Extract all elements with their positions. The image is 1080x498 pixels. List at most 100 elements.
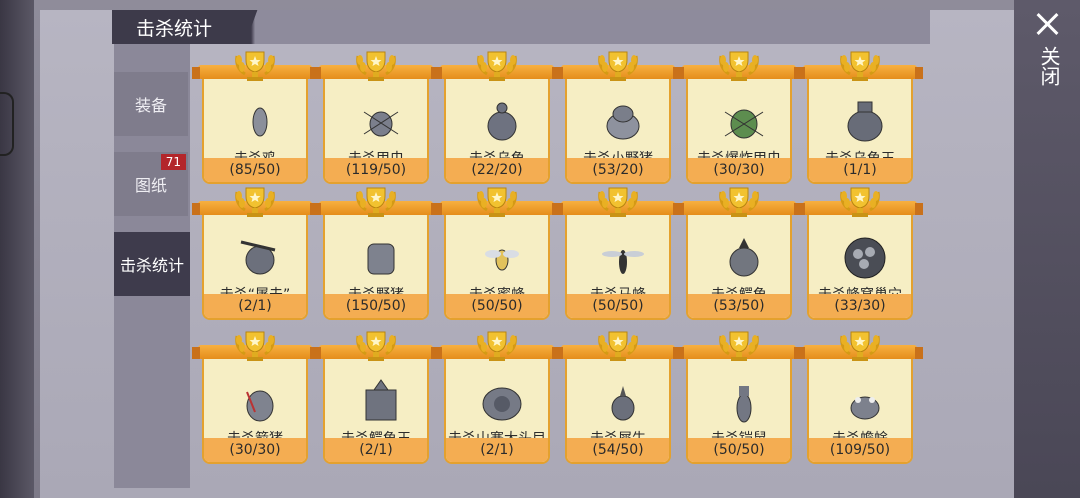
- turtle-king-icon: [842, 98, 888, 144]
- kill-count: (1/1): [809, 158, 911, 182]
- card-body: 击杀小野猪 (53/20): [565, 72, 671, 184]
- title-bar: [112, 10, 930, 44]
- kill-count: (119/50): [325, 158, 427, 182]
- bomb-beetle-icon: [721, 98, 767, 144]
- tab-label: 击杀统计: [119, 256, 184, 275]
- kill-card[interactable]: 击杀鳄龟 (53/50): [676, 186, 802, 322]
- card-body: 击杀鳄龟 (53/50): [686, 208, 792, 320]
- screen-edge-left: [0, 0, 34, 498]
- kill-count: (50/50): [688, 438, 790, 462]
- rhino-icon: [600, 378, 646, 424]
- tab-equipment[interactable]: 装备: [114, 72, 188, 136]
- bandit-chief-icon: [479, 378, 525, 424]
- trophy-icon: [717, 330, 761, 364]
- kill-count: (2/1): [325, 438, 427, 462]
- wasp-icon: [600, 234, 646, 280]
- close-button-label[interactable]: 关闭: [1034, 46, 1061, 86]
- kill-card[interactable]: 击杀蜜蜂 (50/50): [434, 186, 560, 322]
- title-bar-accent: [236, 10, 266, 44]
- toad-icon: [842, 378, 888, 424]
- snapping-turtle-king-icon: [358, 378, 404, 424]
- kill-count: (53/20): [567, 158, 669, 182]
- kill-card[interactable]: 击杀铠鼠 (50/50): [676, 330, 802, 466]
- tab-blueprints[interactable]: 图纸 71: [114, 152, 188, 216]
- trophy-icon: [475, 50, 519, 84]
- trophy-icon: [717, 50, 761, 84]
- kill-card[interactable]: 击杀小野猪 (53/20): [555, 50, 681, 186]
- kill-card[interactable]: 击杀犀牛 (54/50): [555, 330, 681, 466]
- card-body: 击杀乌龟 (22/20): [444, 72, 550, 184]
- tab-label: 装备: [134, 96, 167, 115]
- kill-count: (150/50): [325, 294, 427, 318]
- kill-card[interactable]: 击杀蟾蜍 (109/50): [797, 330, 923, 466]
- trophy-icon: [596, 186, 640, 220]
- kill-count: (109/50): [809, 438, 911, 462]
- trophy-icon: [354, 186, 398, 220]
- card-body: 击杀“屠夫” (2/1): [202, 208, 308, 320]
- piglet-icon: [600, 98, 646, 144]
- trophy-icon: [596, 330, 640, 364]
- kill-card[interactable]: 击杀野猪 (150/50): [313, 186, 439, 322]
- kill-card[interactable]: 击杀箭猪 (30/30): [192, 330, 318, 466]
- trophy-icon: [838, 330, 882, 364]
- trophy-icon: [233, 186, 277, 220]
- trophy-icon: [475, 330, 519, 364]
- card-body: 击杀蜜蜂 (50/50): [444, 208, 550, 320]
- trophy-icon: [233, 330, 277, 364]
- boar-icon: [358, 234, 404, 280]
- kill-count: (85/50): [204, 158, 306, 182]
- card-body: 击杀犀牛 (54/50): [565, 352, 671, 464]
- hive-icon: [842, 234, 888, 280]
- tab-label: 图纸: [134, 176, 167, 195]
- trophy-icon: [838, 50, 882, 84]
- kill-count: (54/50): [567, 438, 669, 462]
- turtle-icon: [479, 98, 525, 144]
- kill-count: (30/30): [204, 438, 306, 462]
- kill-card[interactable]: 击杀鳄龟王 (2/1): [313, 330, 439, 466]
- kill-count: (53/50): [688, 294, 790, 318]
- card-body: 击杀乌龟王 (1/1): [807, 72, 913, 184]
- trophy-icon: [354, 50, 398, 84]
- kill-card[interactable]: 击杀“屠夫” (2/1): [192, 186, 318, 322]
- beetle-icon: [358, 98, 404, 144]
- card-body: 击杀野猪 (150/50): [323, 208, 429, 320]
- tab-kill-stats[interactable]: 击杀统计: [114, 232, 190, 296]
- kill-card[interactable]: 击杀甲虫 (119/50): [313, 50, 439, 186]
- kill-card[interactable]: 击杀蜂窝巢穴 (33/30): [797, 186, 923, 322]
- card-body: 击杀铠鼠 (50/50): [686, 352, 792, 464]
- kill-count: (33/30): [809, 294, 911, 318]
- butcher-icon: [237, 234, 283, 280]
- card-body: 击杀爆炸甲虫 (30/30): [686, 72, 792, 184]
- card-body: 击杀鸡 (85/50): [202, 72, 308, 184]
- kill-count: (2/1): [204, 294, 306, 318]
- card-body: 击杀蟾蜍 (109/50): [807, 352, 913, 464]
- kill-card[interactable]: 击杀马蜂 (50/50): [555, 186, 681, 322]
- kill-card[interactable]: 击杀乌龟 (22/20): [434, 50, 560, 186]
- kill-card[interactable]: 击杀鸡 (85/50): [192, 50, 318, 186]
- snapping-turtle-icon: [721, 234, 767, 280]
- kill-card[interactable]: 击杀山寨大头目 (2/1): [434, 330, 560, 466]
- card-body: 击杀马蜂 (50/50): [565, 208, 671, 320]
- card-body: 击杀箭猪 (30/30): [202, 352, 308, 464]
- kill-count: (50/50): [446, 294, 548, 318]
- notch: [0, 92, 14, 156]
- trophy-icon: [354, 330, 398, 364]
- kill-count: (50/50): [567, 294, 669, 318]
- chicken-icon: [237, 98, 283, 144]
- kill-card[interactable]: 击杀爆炸甲虫 (30/30): [676, 50, 802, 186]
- card-body: 击杀甲虫 (119/50): [323, 72, 429, 184]
- trophy-icon: [838, 186, 882, 220]
- close-icon[interactable]: [1033, 10, 1061, 38]
- kill-count: (2/1): [446, 438, 548, 462]
- card-body: 击杀蜂窝巢穴 (33/30): [807, 208, 913, 320]
- bee-icon: [479, 234, 525, 280]
- notification-badge: 71: [160, 154, 186, 170]
- card-body: 击杀山寨大头目 (2/1): [444, 352, 550, 464]
- page-title: 击杀统计: [136, 18, 213, 40]
- porcupine-icon: [237, 378, 283, 424]
- trophy-icon: [233, 50, 277, 84]
- armadillo-icon: [721, 378, 767, 424]
- card-body: 击杀鳄龟王 (2/1): [323, 352, 429, 464]
- kill-count: (30/30): [688, 158, 790, 182]
- kill-card[interactable]: 击杀乌龟王 (1/1): [797, 50, 923, 186]
